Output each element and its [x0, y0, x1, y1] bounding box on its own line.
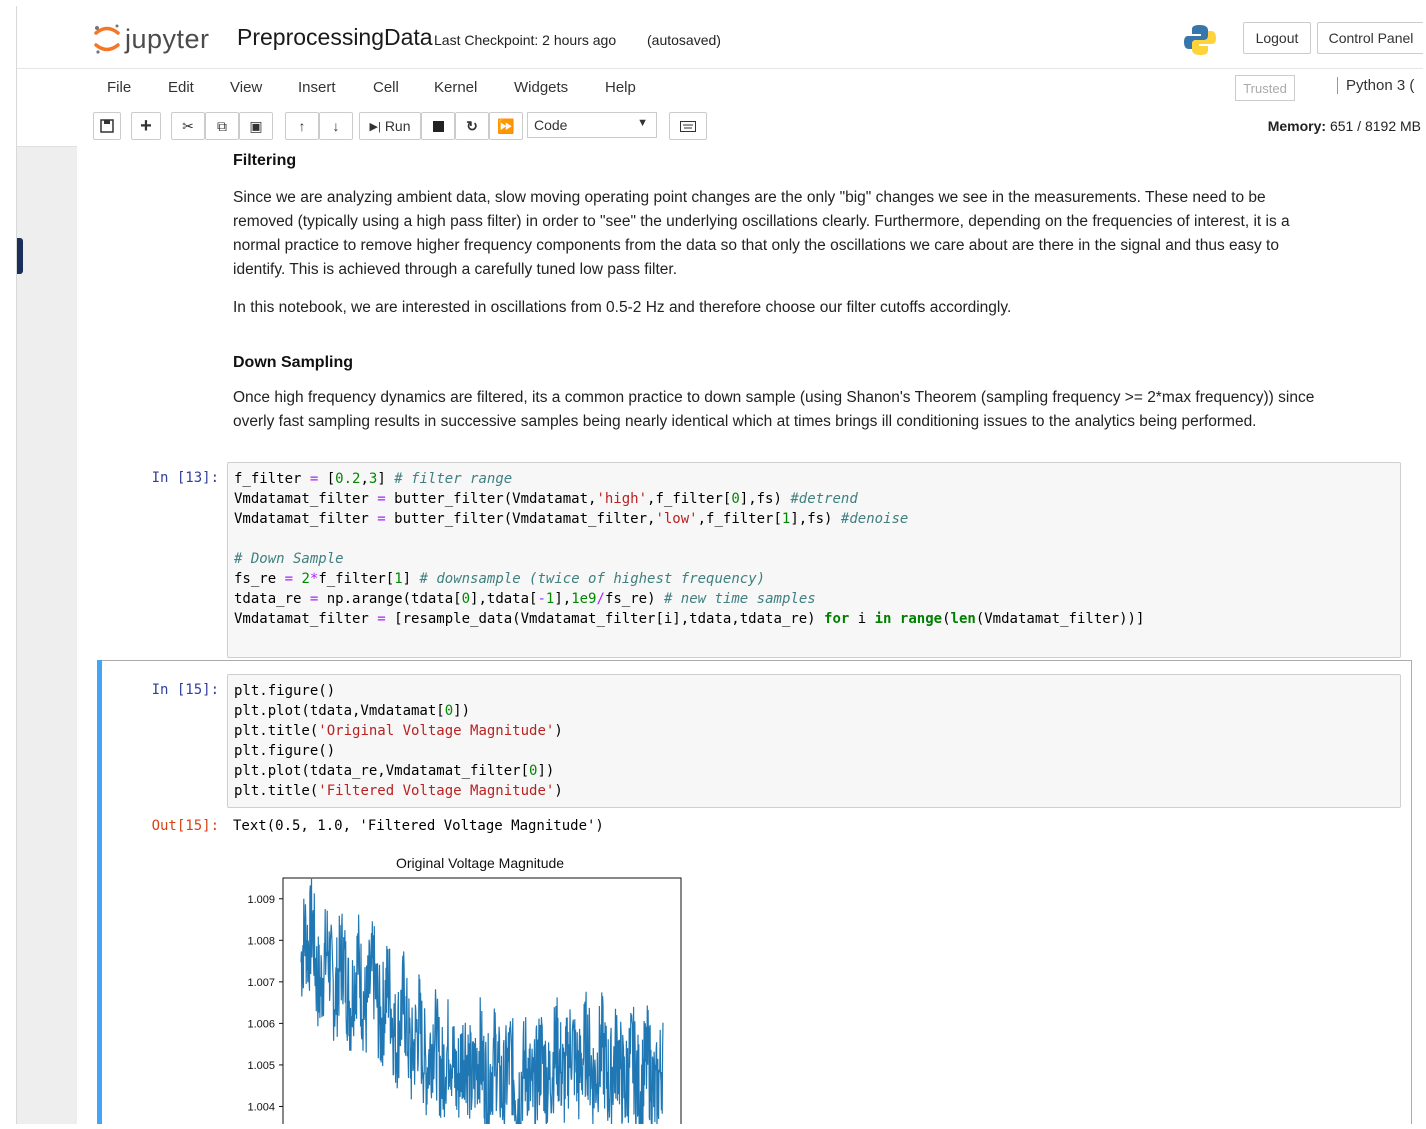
edge-marker	[17, 238, 23, 274]
memory-label: Memory:	[1267, 118, 1327, 134]
cell-type-select[interactable]: Code ▼	[527, 112, 657, 138]
checkpoint-status: Last Checkpoint: 2 hours ago	[434, 32, 617, 48]
notebook-container: Filtering Since we are analyzing ambient…	[77, 146, 1423, 1124]
restart-run-all-button[interactable]: ⏩	[489, 112, 523, 140]
keyboard-icon	[680, 120, 696, 132]
python-logo-icon	[1184, 25, 1216, 55]
interrupt-button[interactable]	[421, 112, 455, 140]
menu-insert[interactable]: Insert	[298, 79, 336, 96]
notebook-name[interactable]: PreprocessingData	[237, 24, 433, 51]
menu-edit[interactable]: Edit	[168, 79, 194, 96]
logout-button[interactable]: Logout	[1243, 22, 1311, 54]
header: jupyter PreprocessingData Last Checkpoin…	[17, 6, 1423, 68]
text-line: normal practice to remove higher frequen…	[233, 237, 1279, 254]
memory-value: 651 / 8192 MB	[1329, 118, 1421, 134]
y-tick-label: 1.006	[247, 1018, 275, 1030]
memory-usage: Memory: 651 / 8192 MB	[1268, 118, 1421, 134]
chart-title: Original Voltage Magnitude	[396, 855, 564, 871]
cell-prompt: In [15]:	[151, 682, 219, 698]
toolbar: + ✂ ⧉ ▣ ↑ ↓ ▶| Run ↻ ⏩ Code ▼ Memory: 65…	[17, 106, 1423, 147]
output-text: Text(0.5, 1.0, 'Filtered Voltage Magnitu…	[233, 818, 604, 834]
paste-icon: ▣	[249, 117, 263, 134]
selected-cell-indicator	[97, 660, 102, 1124]
chevron-down-icon: ▼	[637, 117, 648, 129]
command-palette-button[interactable]	[669, 112, 707, 140]
logo-text: jupyter	[125, 23, 210, 54]
insert-cell-button[interactable]: +	[131, 112, 161, 140]
text-line: identify. This is achieved through a car…	[233, 261, 677, 278]
restart-icon: ↻	[466, 117, 478, 134]
cell-type-value: Code	[534, 117, 568, 133]
menu-file[interactable]: File	[107, 79, 131, 96]
filtering-heading: Filtering	[233, 152, 297, 169]
filtering-paragraph-2: In this notebook, we are interested in o…	[233, 299, 1012, 316]
move-up-button[interactable]: ↑	[285, 112, 319, 140]
stop-icon	[432, 120, 444, 132]
menu-cell[interactable]: Cell	[373, 79, 399, 96]
menubar: File Edit View Insert Cell Kernel Widget…	[17, 68, 1423, 107]
y-axis: 1.0091.0081.0071.0061.0051.0041.003	[247, 894, 283, 1113]
y-tick-label: 1.007	[247, 977, 275, 989]
cut-button[interactable]: ✂	[171, 112, 205, 140]
y-tick-label: 1.005	[247, 1060, 275, 1072]
menu-view[interactable]: View	[230, 79, 262, 96]
code-cell-15[interactable]: plt.figure() plt.plot(tdata,Vmdatamat[0]…	[227, 674, 1401, 808]
menu-kernel[interactable]: Kernel	[434, 79, 477, 96]
notebook-window: jupyter PreprocessingData Last Checkpoin…	[16, 6, 1423, 1124]
move-down-button[interactable]: ↓	[319, 112, 353, 140]
filtering-paragraph: Since we are analyzing ambient data, slo…	[233, 186, 1290, 282]
restart-button[interactable]: ↻	[455, 112, 489, 140]
downsampling-heading: Down Sampling	[233, 354, 353, 371]
scissors-icon: ✂	[182, 117, 194, 134]
text-line: removed (typically using a high pass fil…	[233, 213, 1290, 230]
fast-forward-icon: ⏩	[497, 117, 515, 134]
output-prompt: Out[15]:	[151, 818, 219, 834]
y-tick-label: 1.008	[247, 935, 275, 947]
voltage-chart: Original Voltage Magnitude 1.009 1.008 1.0…	[247, 855, 682, 1124]
text-line: Once high frequency dynamics are filtere…	[233, 389, 1315, 406]
save-icon	[100, 119, 114, 133]
copy-icon: ⧉	[217, 117, 227, 134]
jupyter-logo[interactable]: jupyter	[93, 22, 210, 56]
run-button[interactable]: ▶| Run	[359, 112, 421, 140]
code-editor[interactable]: f_filter = [0.2,3] # filter range Vmdata…	[234, 469, 1144, 629]
save-button[interactable]	[93, 112, 121, 140]
autosave-status: (autosaved)	[647, 32, 721, 48]
downsampling-paragraph: Once high frequency dynamics are filtere…	[233, 386, 1314, 434]
code-editor[interactable]: plt.figure() plt.plot(tdata,Vmdatamat[0]…	[234, 681, 563, 801]
kernel-indicator[interactable]: Python 3 (	[1337, 77, 1414, 94]
y-tick-label: 1.009	[247, 894, 275, 906]
arrow-up-icon: ↑	[298, 118, 306, 134]
text-line: Since we are analyzing ambient data, slo…	[233, 189, 1266, 206]
text-line: overly fast sampling results in successi…	[233, 413, 1257, 430]
control-panel-button[interactable]: Control Panel	[1317, 22, 1423, 54]
cell-prompt: In [13]:	[151, 470, 219, 486]
paste-button[interactable]: ▣	[239, 112, 273, 140]
plus-icon: +	[140, 114, 152, 137]
menu-widgets[interactable]: Widgets	[514, 79, 568, 96]
code-cell-13[interactable]: f_filter = [0.2,3] # filter range Vmdata…	[227, 462, 1401, 658]
copy-button[interactable]: ⧉	[205, 112, 239, 140]
trusted-indicator[interactable]: Trusted	[1235, 75, 1295, 101]
jupyter-logo-icon	[94, 24, 120, 54]
run-label: Run	[384, 118, 411, 134]
step-forward-icon: ▶|	[369, 120, 381, 133]
y-tick-label: 1.004	[247, 1101, 275, 1113]
menu-help[interactable]: Help	[605, 79, 636, 96]
arrow-down-icon: ↓	[332, 118, 340, 134]
